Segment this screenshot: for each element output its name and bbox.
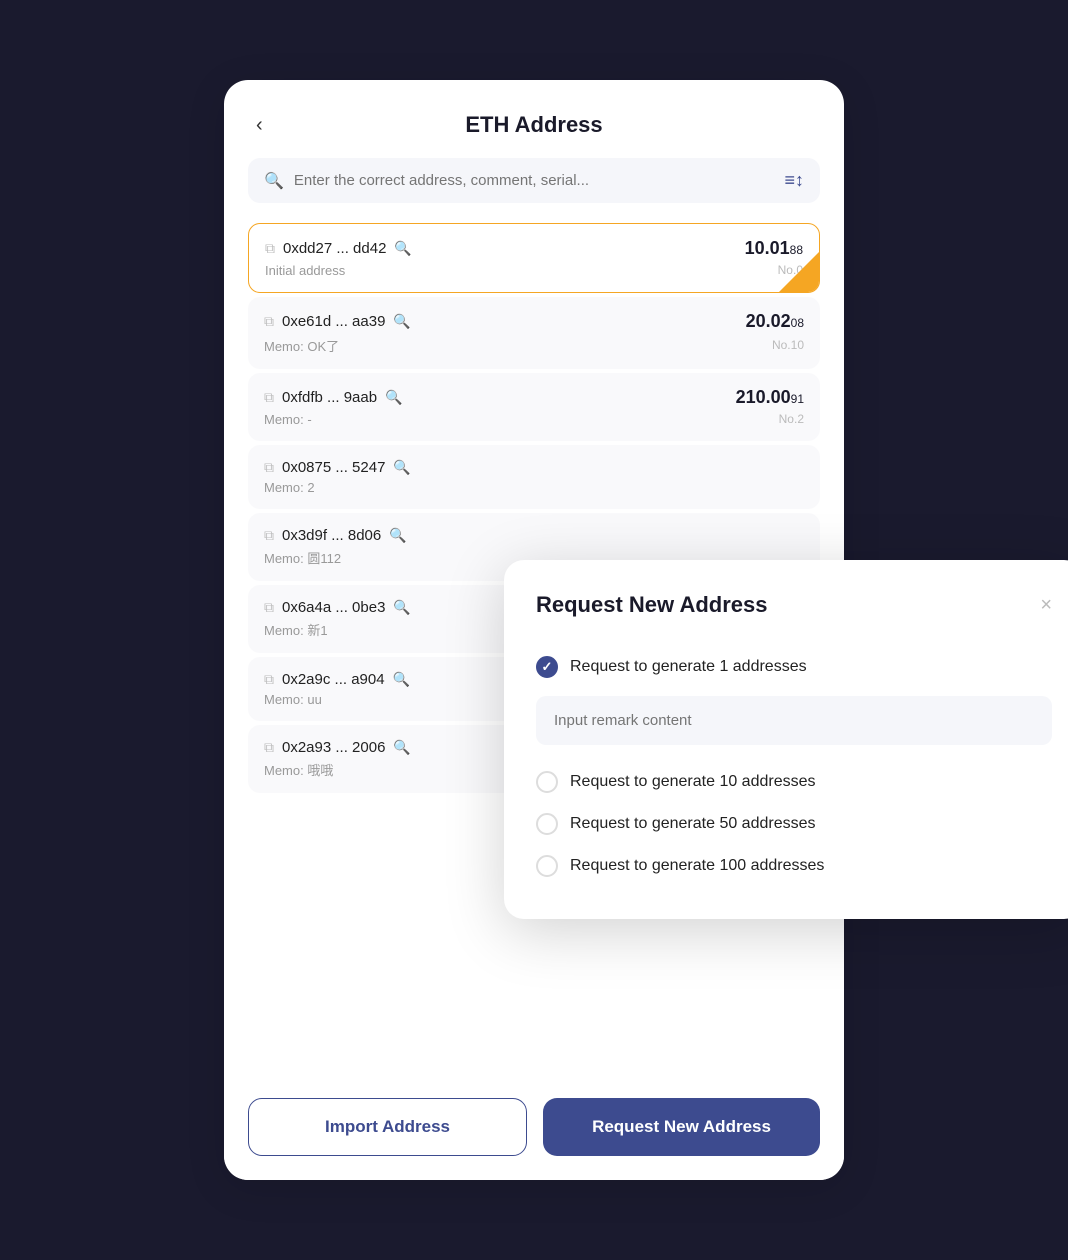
address-item[interactable]: ⧉ 0xdd27 ... dd42 🔍 10.0188 Initial addr… [248, 223, 820, 293]
search-address-icon[interactable]: 🔍 [393, 599, 410, 616]
no-text: No.10 [772, 338, 804, 352]
copy-icon[interactable]: ⧉ [264, 527, 274, 544]
copy-icon[interactable]: ⧉ [264, 739, 274, 756]
selected-corner [779, 252, 819, 292]
radio-option[interactable]: Request to generate 50 addresses [536, 803, 1052, 845]
memo-text: Memo: - [264, 412, 312, 427]
import-address-button[interactable]: Import Address [248, 1098, 527, 1156]
amount-big: 20.0208 [746, 311, 804, 331]
modal-wrapper: Request New Address × ✓ Request to gener… [504, 560, 1068, 919]
copy-icon[interactable]: ⧉ [264, 599, 274, 616]
search-input[interactable] [294, 172, 775, 189]
address-text: 0xdd27 ... dd42 [283, 240, 386, 257]
amount-container: 210.0091 [736, 387, 804, 408]
radio-circle: ✓ [536, 656, 558, 678]
address-text: 0xe61d ... aa39 [282, 313, 385, 330]
search-icon: 🔍 [264, 171, 284, 191]
address-text: 0x6a4a ... 0be3 [282, 599, 385, 616]
copy-icon[interactable]: ⧉ [264, 459, 274, 476]
bottom-buttons: Import Address Request New Address [224, 1074, 844, 1180]
radio-label: Request to generate 1 addresses [570, 658, 807, 676]
address-text: 0x2a93 ... 2006 [282, 739, 385, 756]
back-button[interactable]: ‹ [248, 110, 271, 141]
address-text: 0x2a9c ... a904 [282, 671, 385, 688]
no-text: No.2 [779, 412, 804, 426]
radio-label: Request to generate 100 addresses [570, 857, 824, 875]
amount-small: 08 [791, 316, 804, 330]
radio-label: Request to generate 10 addresses [570, 773, 816, 791]
address-text: 0x0875 ... 5247 [282, 459, 385, 476]
radio-circle [536, 771, 558, 793]
radio-option[interactable]: ✓ Request to generate 1 addresses [536, 646, 1052, 688]
header: ‹ ETH Address [224, 80, 844, 158]
modal-options: ✓ Request to generate 1 addresses Reques… [536, 646, 1052, 887]
filter-icon[interactable]: ≡↕ [784, 170, 804, 191]
address-item[interactable]: ⧉ 0xe61d ... aa39 🔍 20.0208 Memo: OK了 No… [248, 297, 820, 369]
radio-label: Request to generate 50 addresses [570, 815, 816, 833]
memo-text: Memo: OK了 [264, 336, 339, 355]
memo-text: Memo: 新1 [264, 620, 328, 639]
request-new-address-button[interactable]: Request New Address [543, 1098, 820, 1156]
address-item[interactable]: ⧉ 0xfdfb ... 9aab 🔍 210.0091 Memo: - No.… [248, 373, 820, 441]
address-item[interactable]: ⧉ 0x0875 ... 5247 🔍 Memo: 2 [248, 445, 820, 509]
copy-icon[interactable]: ⧉ [264, 671, 274, 688]
search-address-icon[interactable]: 🔍 [393, 739, 410, 756]
search-address-icon[interactable]: 🔍 [385, 389, 402, 406]
modal-header: Request New Address × [536, 592, 1052, 618]
amount-big: 210.0091 [736, 387, 804, 407]
radio-circle [536, 813, 558, 835]
search-address-icon[interactable]: 🔍 [389, 527, 406, 544]
copy-icon[interactable]: ⧉ [264, 389, 274, 406]
main-card: ‹ ETH Address 🔍 ≡↕ ⧉ 0xdd27 ... dd42 🔍 1… [224, 80, 844, 1180]
page-title: ETH Address [465, 112, 602, 138]
memo-text: Memo: 哦哦 [264, 760, 333, 779]
memo-text: Memo: 圆112 [264, 548, 341, 567]
search-bar: 🔍 ≡↕ [248, 158, 820, 203]
request-new-address-modal: Request New Address × ✓ Request to gener… [504, 560, 1068, 919]
memo-text: Memo: uu [264, 692, 322, 707]
address-text: 0x3d9f ... 8d06 [282, 527, 381, 544]
amount-small: 91 [791, 392, 804, 406]
memo-text: Memo: 2 [264, 480, 315, 495]
radio-circle [536, 855, 558, 877]
copy-icon[interactable]: ⧉ [264, 313, 274, 330]
modal-title: Request New Address [536, 592, 767, 618]
radio-option[interactable]: Request to generate 10 addresses [536, 761, 1052, 803]
radio-check-icon: ✓ [542, 659, 553, 675]
remark-input[interactable] [536, 696, 1052, 745]
copy-icon[interactable]: ⧉ [265, 240, 275, 257]
search-address-icon[interactable]: 🔍 [393, 459, 410, 476]
address-text: 0xfdfb ... 9aab [282, 389, 377, 406]
search-address-icon[interactable]: 🔍 [394, 240, 411, 257]
search-address-icon[interactable]: 🔍 [393, 313, 410, 330]
amount-container: 20.0208 [746, 311, 804, 332]
radio-option[interactable]: Request to generate 100 addresses [536, 845, 1052, 887]
memo-text: Initial address [265, 263, 345, 278]
modal-close-button[interactable]: × [1040, 595, 1052, 615]
search-address-icon[interactable]: 🔍 [393, 671, 410, 688]
